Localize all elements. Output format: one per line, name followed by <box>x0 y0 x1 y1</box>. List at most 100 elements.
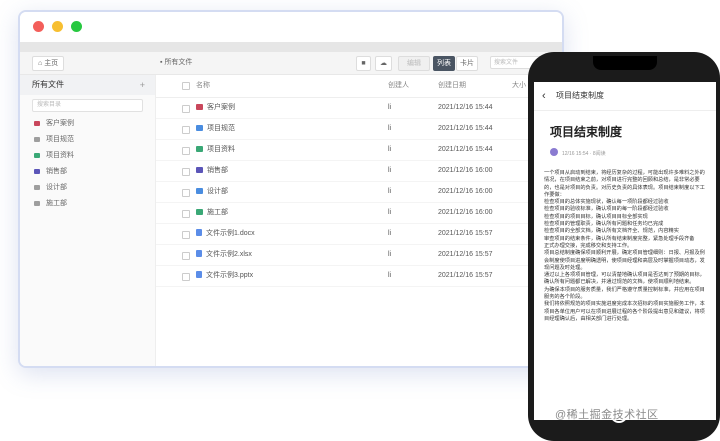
row-creator: li <box>388 125 392 132</box>
folder-icon <box>196 188 203 194</box>
folder-icon <box>34 153 40 158</box>
home-button[interactable]: ⌂ 主页 <box>32 56 65 71</box>
breadcrumb-label: 所有文件 <box>164 59 193 66</box>
row-name: 客户案例 <box>207 104 235 111</box>
close-dot-icon[interactable] <box>33 21 44 32</box>
sidebar-item-label: 客户案例 <box>46 120 74 127</box>
table-row[interactable]: 销售部 li 2021/12/16 16:00 <box>156 161 562 182</box>
header-creator[interactable]: 创建人 <box>388 75 409 97</box>
sidebar-item[interactable]: 销售部 <box>20 164 155 180</box>
row-date: 2021/12/16 15:44 <box>438 104 493 111</box>
row-creator: li <box>388 188 392 195</box>
file-list: 名称 创建人 创建日期 大小 客户案例 li 2021/12/16 15:44 项目规… <box>156 75 562 366</box>
row-checkbox[interactable] <box>182 105 190 113</box>
table-row[interactable]: 施工部 li 2021/12/16 16:00 <box>156 203 562 224</box>
row-name: 项目规范 <box>207 125 235 132</box>
row-name-cell[interactable]: 文件示例2.xlsx <box>196 245 252 265</box>
folder-icon <box>196 167 203 173</box>
phone-nav-title: 项目结束制度 <box>556 91 604 100</box>
row-name: 文件示例2.xlsx <box>206 251 252 258</box>
sidebar: 所有文件 + 搜索目录 客户案例项目规范项目资料销售部设计部施工部 <box>20 75 156 366</box>
home-label: 主页 <box>44 60 59 67</box>
document-paragraph: 项目总结制度确保项目顺利开展，确定项目管理细则：日报、月报及例会制度使项目进度明… <box>544 250 705 271</box>
row-name-cell[interactable]: 项目资料 <box>196 140 235 160</box>
table-row[interactable]: 项目规范 li 2021/12/16 15:44 <box>156 119 562 140</box>
row-name-cell[interactable]: 销售部 <box>196 161 228 181</box>
row-date: 2021/12/16 15:57 <box>438 272 493 279</box>
document-paragraph: 检查项目的项目目标，确认项目目标全部实现 <box>544 213 648 220</box>
sidebar-item[interactable]: 客户案例 <box>20 116 155 132</box>
header-size[interactable]: 大小 <box>512 75 526 97</box>
upload-button[interactable]: ■ <box>356 56 371 71</box>
row-date: 2021/12/16 15:57 <box>438 251 493 258</box>
row-checkbox[interactable] <box>182 189 190 197</box>
row-checkbox[interactable] <box>182 126 190 134</box>
row-creator: li <box>388 272 392 279</box>
row-checkbox[interactable] <box>182 147 190 155</box>
header-name[interactable]: 名称 <box>196 75 210 97</box>
phone-navbar: ‹ 项目结束制度 <box>534 82 716 111</box>
meta-text: 12/16 15:54 · 8阅读 <box>562 151 606 157</box>
row-checkbox[interactable] <box>182 273 190 281</box>
row-name-cell[interactable]: 文件示例3.pptx <box>196 266 253 286</box>
row-name-cell[interactable]: 项目规范 <box>196 119 235 139</box>
folder-icon <box>196 209 203 215</box>
row-creator: li <box>388 146 392 153</box>
row-checkbox[interactable] <box>182 210 190 218</box>
folder-icon <box>34 169 40 174</box>
sidebar-item[interactable]: 项目资料 <box>20 148 155 164</box>
row-checkbox[interactable] <box>182 168 190 176</box>
row-creator: li <box>388 209 392 216</box>
row-checkbox[interactable] <box>182 252 190 260</box>
sidebar-item[interactable]: 设计部 <box>20 180 155 196</box>
select-all-checkbox[interactable] <box>182 82 190 90</box>
row-name-cell[interactable]: 设计部 <box>196 182 228 202</box>
table-header: 名称 创建人 创建日期 大小 <box>156 75 562 98</box>
folder-icon <box>34 185 40 190</box>
sidebar-item-label: 销售部 <box>46 168 67 175</box>
table-row[interactable]: 文件示例3.pptx li 2021/12/16 15:57 <box>156 266 562 287</box>
cloud-icon[interactable]: ☁ <box>375 56 392 71</box>
minimize-dot-icon[interactable] <box>52 21 63 32</box>
sidebar-item-label: 项目资料 <box>46 152 74 159</box>
sidebar-title: 所有文件 <box>32 80 64 89</box>
row-name: 文件示例3.pptx <box>206 272 254 279</box>
back-icon[interactable]: ‹ <box>542 82 546 110</box>
sidebar-item[interactable]: 项目规范 <box>20 132 155 148</box>
row-name-cell[interactable]: 施工部 <box>196 203 228 223</box>
desktop-window: ⌂ 主页 ▪ 所有文件 ■ ☁ 编辑 列表 卡片 搜索文件 所有文件 + 搜索目… <box>18 10 564 368</box>
tab-strip <box>20 42 562 52</box>
row-name-cell[interactable]: 文件示例1.docx <box>196 224 255 244</box>
header-date[interactable]: 创建日期 <box>438 75 466 97</box>
row-date: 2021/12/16 16:00 <box>438 188 493 195</box>
row-name: 项目资料 <box>207 146 235 153</box>
document-paragraph: 一个项目从启动到结束，将经历复杂的过程，可能出现许多难料之外的情况，在项目结束之… <box>544 170 705 198</box>
row-date: 2021/12/16 15:44 <box>438 125 493 132</box>
list-view-button[interactable]: 列表 <box>433 56 455 71</box>
sidebar-item-label: 施工部 <box>46 200 67 207</box>
window-titlebar <box>20 12 562 42</box>
row-creator: li <box>388 104 392 111</box>
edit-button[interactable]: 编辑 <box>398 56 430 71</box>
card-view-button[interactable]: 卡片 <box>456 56 478 71</box>
row-checkbox[interactable] <box>182 231 190 239</box>
row-name: 销售部 <box>207 167 228 174</box>
phone-notch <box>593 56 657 70</box>
table-row[interactable]: 项目资料 li 2021/12/16 15:44 <box>156 140 562 161</box>
sidebar-item[interactable]: 施工部 <box>20 196 155 212</box>
maximize-dot-icon[interactable] <box>71 21 82 32</box>
row-date: 2021/12/16 16:00 <box>438 209 493 216</box>
row-date: 2021/12/16 16:00 <box>438 167 493 174</box>
table-row[interactable]: 设计部 li 2021/12/16 16:00 <box>156 182 562 203</box>
document-icon <box>196 229 202 236</box>
table-row[interactable]: 客户案例 li 2021/12/16 15:44 <box>156 98 562 119</box>
sidebar-item-label: 设计部 <box>46 184 67 191</box>
sidebar-search-input[interactable]: 搜索目录 <box>32 99 143 112</box>
row-date: 2021/12/16 15:57 <box>438 230 493 237</box>
document-icon <box>196 250 202 257</box>
add-icon[interactable]: + <box>140 75 145 95</box>
breadcrumb[interactable]: ▪ 所有文件 <box>160 58 192 68</box>
table-row[interactable]: 文件示例2.xlsx li 2021/12/16 15:57 <box>156 245 562 266</box>
table-row[interactable]: 文件示例1.docx li 2021/12/16 15:57 <box>156 224 562 245</box>
row-name-cell[interactable]: 客户案例 <box>196 98 235 118</box>
